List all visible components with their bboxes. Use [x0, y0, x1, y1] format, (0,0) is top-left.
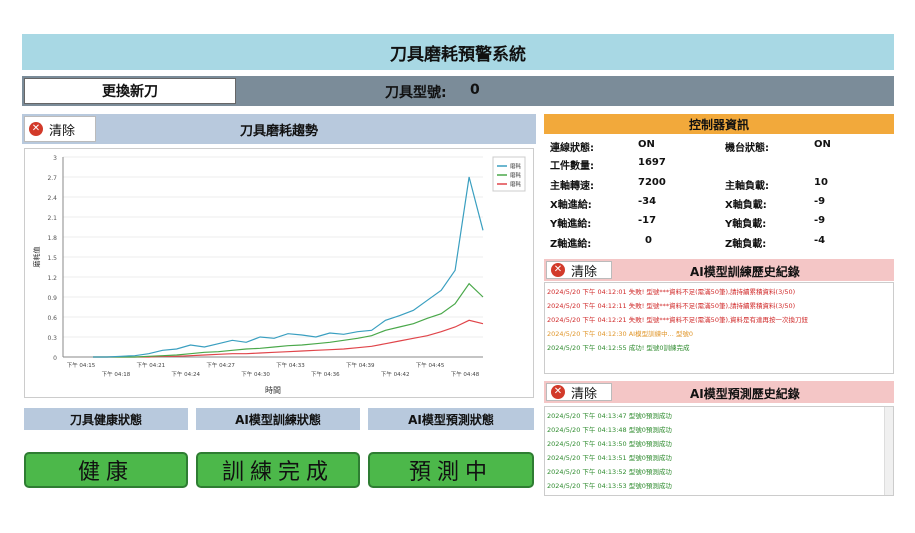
- y-tick-label: 1.5: [47, 255, 57, 262]
- y-tick-label: 1.8: [47, 235, 57, 242]
- x-tick-label: 下午 04:18: [102, 370, 131, 378]
- y-tick-label: 0.3: [47, 335, 57, 342]
- z-load-label: Z軸負載:: [725, 239, 767, 250]
- log-line: 2024/5/20 下午 04:12:01 失敗! 型號***資料不足(需滿50…: [547, 288, 796, 296]
- x-tick-label: 下午 04:39: [346, 361, 375, 369]
- app-title: 刀具磨耗預警系統: [390, 44, 526, 65]
- y-feed-value: -17: [638, 215, 657, 226]
- close-icon: ✕: [29, 122, 43, 136]
- series-line: [93, 282, 484, 358]
- y-feed-label: Y軸進給:: [550, 219, 592, 230]
- predict-log-clear-button[interactable]: ✕ 清除: [546, 383, 612, 402]
- legend-label: 磨耗: [510, 162, 522, 170]
- y-load-value: -9: [814, 215, 826, 226]
- tool-model-value: 0: [470, 82, 480, 98]
- log-line: 2024/5/20 下午 04:13:50 型號0預測成功: [547, 440, 672, 448]
- train-log-title: AI模型訓練歷史紀錄: [690, 265, 800, 279]
- spindle-speed-value: 7200: [638, 177, 666, 188]
- series-line: [93, 319, 484, 358]
- predict-log-title: AI模型預測歷史紀錄: [690, 387, 800, 401]
- predict-log-clear-label: 清除: [571, 386, 598, 402]
- predict-status-button[interactable]: 預測中: [368, 452, 534, 488]
- spindle-load-value: 10: [814, 177, 828, 188]
- health-status-button[interactable]: 健康: [24, 452, 188, 488]
- x-tick-label: 下午 04:33: [276, 361, 305, 369]
- z-load-value: -4: [814, 235, 826, 246]
- log-line: 2024/5/20 下午 04:13:47 型號0預測成功: [547, 412, 672, 420]
- train-status-button[interactable]: 訓練完成: [196, 452, 360, 488]
- y-tick-label: 2.1: [47, 215, 57, 222]
- machine-status-value: ON: [814, 139, 831, 150]
- x-feed-label: X軸進給:: [550, 200, 592, 211]
- y-axis-label: 磨耗值: [32, 247, 41, 268]
- workpiece-count-value: 1697: [638, 157, 666, 168]
- log-line: 2024/5/20 下午 04:12:55 成功! 型號0訓練完成: [547, 344, 690, 352]
- log-line: 2024/5/20 下午 04:12:11 失敗! 型號***資料不足(需滿50…: [547, 302, 796, 310]
- x-tick-label: 下午 04:27: [206, 361, 235, 369]
- conn-status-value: ON: [638, 139, 655, 150]
- tool-model-label: 刀具型號:: [385, 85, 447, 101]
- workpiece-count-label: 工件數量:: [550, 161, 594, 172]
- close-icon: ✕: [551, 263, 565, 277]
- x-tick-label: 下午 04:30: [241, 370, 270, 378]
- x-tick-label: 下午 04:48: [451, 370, 480, 378]
- y-tick-label: 0.9: [47, 295, 57, 302]
- spindle-load-label: 主軸負載:: [725, 181, 769, 192]
- app-title-bar: 刀具磨耗預警系統: [22, 34, 894, 70]
- x-feed-value: -34: [638, 196, 657, 207]
- predict-status-header: AI模型預測狀態: [368, 408, 534, 430]
- log-line: 2024/5/20 下午 04:12:21 失敗! 型號***資料不足(需滿50…: [547, 316, 809, 324]
- legend-label: 磨耗: [510, 180, 522, 188]
- y-tick-label: 2.4: [47, 195, 57, 202]
- train-log-clear-label: 清除: [571, 264, 598, 280]
- x-tick-label: 下午 04:42: [381, 370, 410, 378]
- replace-tool-button[interactable]: 更換新刀: [24, 78, 236, 104]
- spindle-speed-label: 主軸轉速:: [550, 181, 594, 192]
- health-status-header: 刀具健康狀態: [24, 408, 188, 430]
- predict-log-scrollbar[interactable]: [884, 407, 893, 495]
- train-status-header: AI模型訓練狀態: [196, 408, 360, 430]
- train-log-list[interactable]: 2024/5/20 下午 04:12:01 失敗! 型號***資料不足(需滿50…: [544, 282, 894, 374]
- x-load-value: -9: [814, 196, 826, 207]
- x-tick-label: 下午 04:36: [311, 370, 340, 378]
- x-tick-label: 下午 04:24: [171, 370, 200, 378]
- y-tick-label: 0: [53, 355, 57, 362]
- log-line: 2024/5/20 下午 04:13:53 型號0預測成功: [547, 482, 672, 490]
- train-log-clear-button[interactable]: ✕ 清除: [546, 261, 612, 280]
- x-tick-label: 下午 04:21: [137, 361, 166, 369]
- y-tick-label: 2.7: [47, 175, 57, 182]
- y-load-label: Y軸負載:: [725, 219, 767, 230]
- y-tick-label: 1.2: [47, 275, 57, 282]
- x-load-label: X軸負載:: [725, 200, 767, 211]
- log-line: 2024/5/20 下午 04:13:51 型號0預測成功: [547, 454, 672, 462]
- conn-status-label: 連線狀態:: [550, 143, 594, 154]
- y-tick-label: 0.6: [47, 315, 57, 322]
- series-line: [93, 176, 484, 358]
- controller-info-header: 控制器資訊: [544, 114, 894, 134]
- x-axis-label: 時間: [265, 386, 281, 395]
- y-tick-label: 3: [53, 155, 57, 162]
- log-line: 2024/5/20 下午 04:13:48 型號0預測成功: [547, 426, 672, 434]
- chart-clear-button[interactable]: ✕ 清除: [24, 116, 96, 142]
- log-line: 2024/5/20 下午 04:12:30 AI模型訓練中... 型號0: [547, 330, 693, 338]
- predict-log-list[interactable]: 2024/5/20 下午 04:13:47 型號0預測成功 2024/5/20 …: [544, 406, 894, 496]
- log-line: 2024/5/20 下午 04:13:52 型號0預測成功: [547, 468, 672, 476]
- z-feed-label: Z軸進給:: [550, 239, 592, 250]
- legend-label: 磨耗: [510, 171, 522, 179]
- z-feed-value: 0: [645, 235, 652, 246]
- chart-svg: 0 0.3 0.6 0.9 1.2 1.5 1.8 2.1 2.4 2.7 3 下午 04:15 下午 …: [32, 155, 526, 395]
- chart-panel-title: 刀具磨耗趨勢: [240, 124, 319, 139]
- close-icon: ✕: [551, 385, 565, 399]
- x-tick-label: 下午 04:15: [67, 361, 96, 369]
- x-tick-label: 下午 04:45: [416, 361, 445, 369]
- wear-trend-chart: 0 0.3 0.6 0.9 1.2 1.5 1.8 2.1 2.4 2.7 3 下午 04:15 下午 …: [24, 148, 534, 398]
- chart-clear-label: 清除: [49, 123, 76, 139]
- machine-status-label: 機台狀態:: [725, 143, 769, 154]
